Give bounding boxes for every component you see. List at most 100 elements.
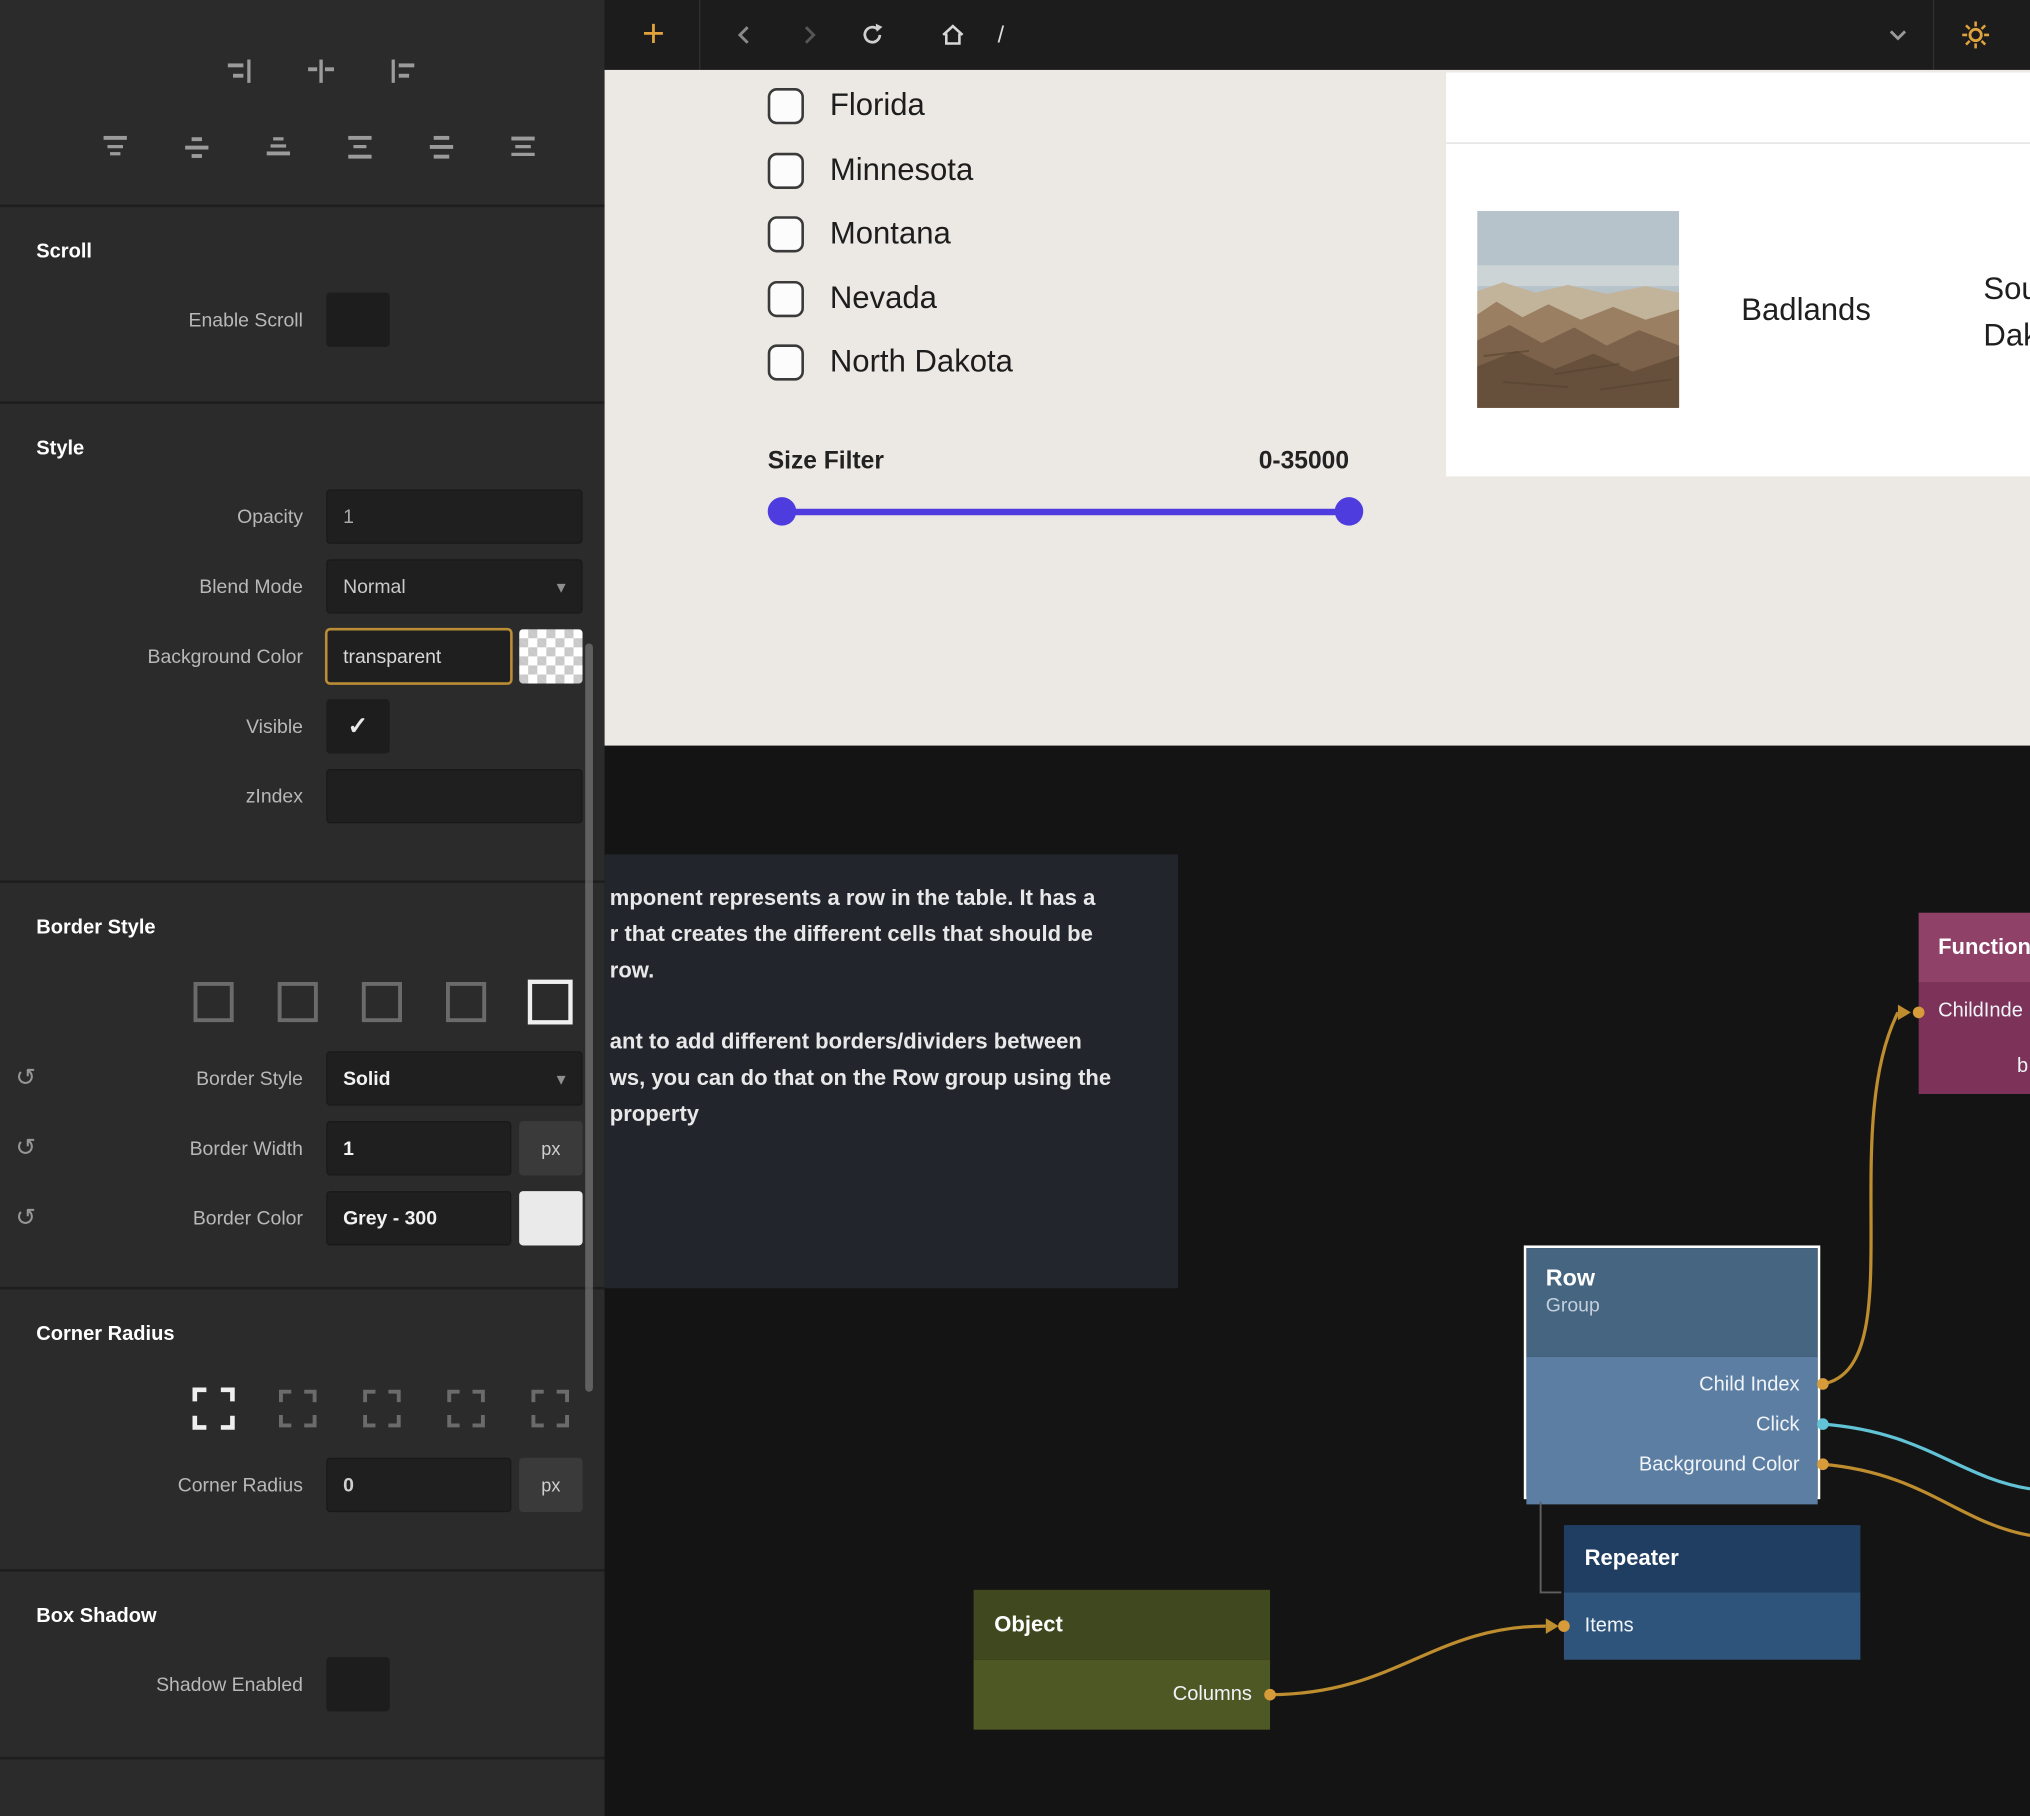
- border-left-icon-selected[interactable]: [522, 974, 579, 1031]
- border-style-select[interactable]: Solid ▾: [326, 1051, 582, 1105]
- function-node[interactable]: Function ChildInde b: [1919, 913, 2030, 1094]
- montana-checkbox[interactable]: [768, 216, 804, 252]
- list-item: Florida: [768, 88, 1013, 124]
- tooltip-line: row.: [610, 953, 1155, 989]
- debug-button[interactable]: [1960, 19, 1991, 50]
- forward-button[interactable]: [796, 22, 822, 48]
- list-item: Minnesota: [768, 152, 1013, 188]
- chevron-left-icon: [739, 27, 747, 43]
- visible-checkbox[interactable]: ✓: [326, 699, 389, 753]
- border-section-title: Border Style: [36, 917, 604, 940]
- corner-top-right-icon[interactable]: [353, 1380, 410, 1437]
- background-color-label: Background Color: [0, 645, 303, 667]
- checkbox-label: Nevada: [830, 280, 937, 316]
- row-group-node-selected[interactable]: Row Group Child Index Click Background C…: [1524, 1245, 1820, 1499]
- florida-checkbox[interactable]: [768, 88, 804, 124]
- wire-click-signal[interactable]: [1823, 1424, 2030, 1489]
- list-item: Nevada: [768, 280, 1013, 316]
- align-center-horizontal-icon[interactable]: [304, 54, 338, 88]
- node-port[interactable]: b: [1919, 1038, 2030, 1094]
- background-color-swatch[interactable]: [519, 629, 582, 683]
- distribute-vertical-icon[interactable]: [343, 131, 377, 165]
- corner-radius-unit[interactable]: px: [519, 1458, 582, 1512]
- slider-handle-min[interactable]: [768, 497, 796, 525]
- node-graph-canvas[interactable]: mponent represents a row in the table. I…: [605, 746, 2030, 1816]
- home-button[interactable]: [938, 21, 966, 49]
- enable-scroll-checkbox[interactable]: [326, 293, 389, 347]
- table-header-divider: [1446, 142, 2030, 143]
- opacity-label: Opacity: [0, 506, 303, 528]
- align-middle-icon[interactable]: [180, 131, 214, 165]
- corner-top-left-icon[interactable]: [269, 1380, 326, 1437]
- object-node[interactable]: Object Columns: [974, 1590, 1270, 1730]
- north-dakota-checkbox[interactable]: [768, 344, 804, 380]
- size-filter-label: Size Filter: [768, 448, 884, 476]
- reset-border-width-button[interactable]: ↺: [16, 1133, 37, 1163]
- preview-dropdown-button[interactable]: [1884, 21, 1912, 49]
- minnesota-checkbox[interactable]: [768, 152, 804, 188]
- scroll-section-title: Scroll: [36, 241, 604, 264]
- border-width-unit[interactable]: px: [519, 1121, 582, 1175]
- border-all-sides-icon[interactable]: [185, 974, 242, 1031]
- node-port-background-color[interactable]: Background Color: [1526, 1445, 1817, 1485]
- state-checkbox-list: Florida Minnesota Montana Nevada North D…: [768, 88, 1013, 381]
- border-section: Border Style ↺ Border Style Sol: [0, 883, 605, 1290]
- wire-columns-to-items[interactable]: [1270, 1626, 1546, 1695]
- opacity-input[interactable]: [326, 489, 582, 543]
- checkbox-label: Minnesota: [830, 152, 973, 188]
- border-color-input[interactable]: [326, 1191, 511, 1245]
- border-top-icon[interactable]: [269, 974, 326, 1031]
- node-title: Function: [1938, 935, 2030, 961]
- repeater-node[interactable]: Repeater Items: [1564, 1525, 1860, 1660]
- node-port-columns[interactable]: Columns: [1173, 1683, 1252, 1706]
- border-right-icon[interactable]: [353, 974, 410, 1031]
- reset-border-color-button[interactable]: ↺: [16, 1203, 37, 1233]
- corner-bottom-right-icon[interactable]: [438, 1380, 495, 1437]
- wire-childindex-to-function[interactable]: [1823, 1012, 1898, 1384]
- check-icon: ✓: [348, 711, 369, 741]
- node-port-items[interactable]: Items: [1585, 1614, 1634, 1637]
- size-filter-header: Size Filter 0-35000: [768, 448, 1349, 476]
- border-width-input[interactable]: [326, 1121, 511, 1175]
- align-bottom-icon[interactable]: [262, 131, 296, 165]
- checkbox-label: Montana: [830, 216, 951, 252]
- zindex-label: zIndex: [0, 785, 303, 807]
- tooltip-line: ant to add different borders/dividers be…: [610, 1024, 1155, 1060]
- border-color-swatch[interactable]: [519, 1191, 582, 1245]
- refresh-button[interactable]: [858, 21, 886, 49]
- visible-label: Visible: [0, 715, 303, 737]
- back-button[interactable]: [731, 22, 757, 48]
- blend-mode-select[interactable]: Normal ▾: [326, 559, 582, 613]
- url-path[interactable]: /: [998, 21, 1004, 48]
- node-port-childindex[interactable]: ChildInde: [1919, 983, 2030, 1039]
- shadow-enabled-checkbox[interactable]: [326, 1657, 389, 1711]
- reset-border-style-button[interactable]: ↺: [16, 1064, 37, 1094]
- results-table: Badlands South Dakota: [1446, 73, 2030, 477]
- corner-radius-input[interactable]: [326, 1458, 511, 1512]
- zindex-input[interactable]: [326, 769, 582, 823]
- enable-scroll-label: Enable Scroll: [0, 309, 303, 331]
- align-right-icon[interactable]: [223, 54, 257, 88]
- stretch-vertical-icon[interactable]: [506, 131, 540, 165]
- node-port-click[interactable]: Click: [1526, 1405, 1817, 1445]
- shadow-section: Box Shadow Shadow Enabled: [0, 1572, 605, 1760]
- panel-scrollbar[interactable]: [585, 643, 593, 1391]
- corner-bottom-left-icon[interactable]: [522, 1380, 579, 1437]
- blend-mode-label: Blend Mode: [0, 575, 303, 597]
- slider-handle-max[interactable]: [1335, 497, 1363, 525]
- align-left-icon[interactable]: [386, 54, 420, 88]
- add-button[interactable]: +: [634, 14, 672, 55]
- scroll-section: Scroll Enable Scroll: [0, 207, 605, 404]
- border-color-label: Border Color: [0, 1207, 303, 1229]
- background-color-input[interactable]: [326, 629, 511, 683]
- align-top-icon[interactable]: [98, 131, 132, 165]
- corner-all-icon-selected[interactable]: [185, 1380, 242, 1437]
- nevada-checkbox[interactable]: [768, 280, 804, 316]
- node-port-child-index[interactable]: Child Index: [1526, 1365, 1817, 1405]
- tooltip-line: property: [610, 1097, 1155, 1133]
- slider-track[interactable]: [782, 508, 1349, 514]
- corner-section-title: Corner Radius: [36, 1323, 604, 1346]
- border-bottom-icon[interactable]: [438, 974, 495, 1031]
- space-between-vertical-icon[interactable]: [425, 131, 459, 165]
- alignment-toolbar: [0, 0, 605, 207]
